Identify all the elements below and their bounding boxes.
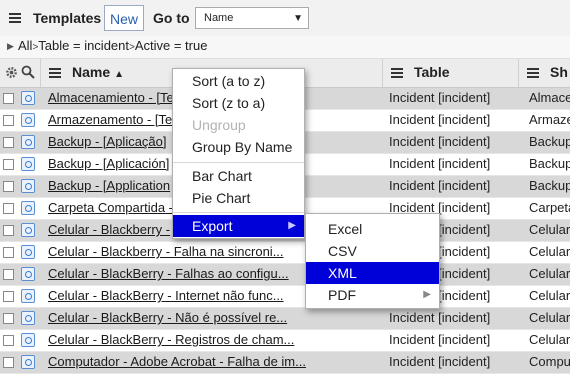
column-name-label: Name — [72, 64, 111, 80]
new-button[interactable]: New — [104, 5, 144, 31]
column-menu-icon[interactable] — [527, 68, 539, 78]
submenu-arrow-icon: ▶ — [423, 289, 431, 300]
cell-table: Incident [incident] — [389, 90, 491, 105]
record-preview-icon[interactable] — [21, 355, 35, 369]
record-preview-icon[interactable] — [21, 267, 35, 281]
table-row[interactable]: Celular - Blackberry - Falha na sincroni… — [0, 242, 570, 264]
goto-label: Go to — [153, 10, 190, 26]
row-checkbox[interactable] — [3, 335, 14, 346]
record-preview-icon[interactable] — [21, 135, 35, 149]
list-title: Templates — [33, 10, 102, 26]
record-preview-icon[interactable] — [21, 289, 35, 303]
table-row[interactable]: Celular - BlackBerry - Internet não func… — [0, 286, 570, 308]
submenu-item-excel[interactable]: Excel — [306, 218, 439, 240]
breadcrumb-item-all[interactable]: All — [18, 38, 32, 53]
cell-sh: Carpeta — [529, 200, 570, 215]
list-toolbar: Templates New Go to Name ▼ — [0, 0, 570, 37]
row-checkbox[interactable] — [3, 247, 14, 258]
table-row[interactable]: Celular - BlackBerry - Registros de cham… — [0, 330, 570, 352]
menu-item-ungroup: Ungroup — [192, 117, 246, 133]
menu-item-sort-asc[interactable]: Sort (a to z) — [173, 70, 304, 92]
table-row[interactable]: Celular - BlackBerry - Não é possível re… — [0, 308, 570, 330]
menu-item-pie-chart[interactable]: Pie Chart — [173, 187, 304, 209]
submenu-arrow-icon: ▶ — [288, 220, 296, 231]
menu-divider — [173, 212, 304, 213]
cell-sh: Compu — [529, 354, 570, 369]
cell-table: Incident [incident] — [389, 310, 491, 325]
record-preview-icon[interactable] — [21, 333, 35, 347]
column-header-sh[interactable]: Sh — [518, 59, 570, 87]
cell-sh: Celular — [529, 222, 570, 237]
breadcrumb-item-table[interactable]: Table = incident — [38, 38, 129, 53]
row-checkbox[interactable] — [3, 93, 14, 104]
record-preview-icon[interactable] — [21, 223, 35, 237]
cell-name-link[interactable]: Celular - BlackBerry - Não é possível re… — [48, 310, 378, 325]
cell-table: Incident [incident] — [389, 178, 491, 193]
breadcrumb-arrow-icon: ▶ — [7, 41, 14, 51]
row-checkbox[interactable] — [3, 313, 14, 324]
breadcrumb: ▶ All>Table = incident>Active = true — [0, 36, 570, 59]
column-sh-label: Sh — [550, 64, 568, 80]
row-checkbox[interactable] — [3, 181, 14, 192]
row-checkbox[interactable] — [3, 269, 14, 280]
row-checkbox[interactable] — [3, 159, 14, 170]
column-header-table[interactable]: Table — [382, 59, 519, 87]
cell-sh: Celular — [529, 244, 570, 259]
export-submenu: Excel CSV XML PDF ▶ — [305, 213, 440, 309]
row-checkbox[interactable] — [3, 137, 14, 148]
sort-ascending-icon: ▲ — [114, 69, 125, 80]
row-checkbox[interactable] — [3, 291, 14, 302]
column-menu-icon[interactable] — [49, 68, 61, 78]
cell-sh: Backup — [529, 156, 570, 171]
cell-sh: Armaze — [529, 112, 570, 127]
goto-selected-value: Name — [204, 12, 234, 24]
table-row[interactable]: Computador - Adobe Acrobat - Falha de im… — [0, 352, 570, 374]
submenu-item-xml[interactable]: XML — [306, 262, 439, 284]
cell-table: Incident [incident] — [389, 332, 491, 347]
goto-field-select[interactable]: Name ▼ — [195, 7, 309, 29]
cell-table: Incident [incident] — [389, 112, 491, 127]
row-checkbox[interactable] — [3, 357, 14, 368]
cell-name-link[interactable]: Celular - BlackBerry - Registros de cham… — [48, 332, 378, 347]
menu-divider — [173, 162, 304, 163]
cell-sh: Celular — [529, 310, 570, 325]
column-menu-icon[interactable] — [391, 68, 403, 78]
cell-table: Incident [incident] — [389, 354, 491, 369]
record-preview-icon[interactable] — [21, 91, 35, 105]
search-icon[interactable] — [21, 65, 35, 79]
record-preview-icon[interactable] — [21, 157, 35, 171]
submenu-item-pdf[interactable]: PDF ▶ — [306, 284, 439, 306]
cell-sh: Celular — [529, 266, 570, 281]
column-context-menu: Sort (a to z) Sort (z to a) Ungroup Grou… — [172, 68, 305, 239]
submenu-item-csv[interactable]: CSV — [306, 240, 439, 262]
record-preview-icon[interactable] — [21, 113, 35, 127]
dropdown-arrow-icon: ▼ — [293, 13, 303, 24]
record-preview-icon[interactable] — [21, 201, 35, 215]
column-table-label: Table — [414, 64, 450, 80]
table-row[interactable]: Celular - BlackBerry - Falhas ao configu… — [0, 264, 570, 286]
cell-sh: Backup — [529, 134, 570, 149]
cell-sh: Celular — [529, 332, 570, 347]
cell-sh: Backup — [529, 178, 570, 193]
row-checkbox[interactable] — [3, 203, 14, 214]
gear-icon[interactable] — [5, 66, 18, 79]
cell-name-link[interactable]: Computador - Adobe Acrobat - Falha de im… — [48, 354, 378, 369]
menu-item-bar-chart[interactable]: Bar Chart — [173, 165, 304, 187]
cell-sh: Almace — [529, 90, 570, 105]
cell-table: Incident [incident] — [389, 134, 491, 149]
menu-item-sort-desc[interactable]: Sort (z to a) — [173, 92, 304, 114]
row-checkbox[interactable] — [3, 115, 14, 126]
breadcrumb-item-active[interactable]: Active = true — [135, 38, 208, 53]
record-preview-icon[interactable] — [21, 179, 35, 193]
cell-table: Incident [incident] — [389, 156, 491, 171]
cell-sh: Celular — [529, 288, 570, 303]
menu-item-group-by-name[interactable]: Group By Name — [173, 136, 304, 158]
record-preview-icon[interactable] — [21, 311, 35, 325]
list-menu-icon[interactable] — [9, 13, 21, 23]
row-checkbox[interactable] — [3, 225, 14, 236]
menu-item-export[interactable]: Export ▶ — [173, 215, 304, 237]
record-preview-icon[interactable] — [21, 245, 35, 259]
